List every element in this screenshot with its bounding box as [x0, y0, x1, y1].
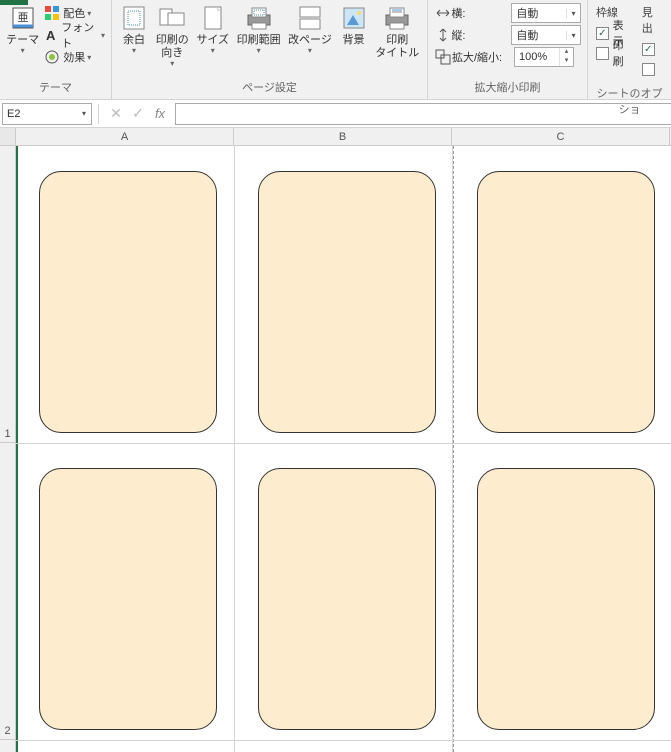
effects-button[interactable]: 効果 ▾	[41, 46, 107, 68]
breaks-icon	[297, 4, 323, 32]
rounded-rect-shape[interactable]	[477, 171, 655, 433]
height-select[interactable]: 自動 ▾	[511, 25, 581, 45]
rounded-rect-shape[interactable]	[258, 171, 436, 433]
themes-button[interactable]: 亜 テーマ ▾	[4, 2, 41, 57]
chevron-down-icon: ▾	[132, 46, 136, 55]
cells-area[interactable]	[16, 146, 671, 752]
active-tab-indicator	[0, 0, 28, 5]
fx-button[interactable]: fx	[149, 103, 171, 125]
margins-icon	[121, 4, 147, 32]
background-icon	[341, 4, 367, 32]
spin-up[interactable]: ▴	[560, 48, 573, 57]
print-titles-button[interactable]: 印刷 タイトル	[372, 2, 423, 62]
row-header[interactable]: 2	[0, 443, 15, 740]
gridlines-print-checkbox[interactable]: 印刷	[596, 43, 634, 63]
size-button[interactable]: サイズ ▾	[193, 2, 233, 57]
breaks-button[interactable]: 改ページ ▾	[284, 2, 335, 57]
rounded-rect-shape[interactable]	[39, 171, 217, 433]
width-icon	[434, 7, 451, 19]
column-header[interactable]: C	[452, 128, 670, 145]
group-page-setup: 余白 ▾ 印刷の 向き ▾ サイズ ▾ 印刷範囲 ▾ 改ページ ▾ 背景	[112, 0, 428, 99]
orientation-button[interactable]: 印刷の 向き ▾	[152, 2, 193, 70]
svg-text:A: A	[46, 28, 56, 43]
checkbox-icon	[596, 47, 609, 60]
print-titles-icon	[383, 4, 411, 32]
cancel-button[interactable]: ✕	[105, 103, 127, 125]
chevron-down-icon: ▾	[21, 46, 25, 55]
group-label: テーマ	[0, 77, 111, 99]
column-header[interactable]: A	[16, 128, 234, 145]
size-icon	[200, 4, 226, 32]
margins-button[interactable]: 余白 ▾	[116, 2, 152, 57]
rounded-rect-shape[interactable]	[39, 468, 217, 730]
chevron-down-icon: ▾	[170, 59, 174, 68]
left-edge	[16, 146, 18, 752]
chevron-down-icon: ▾	[87, 53, 91, 62]
checkbox-icon	[642, 63, 655, 76]
width-select[interactable]: 自動 ▾	[511, 3, 581, 23]
effects-icon	[43, 48, 61, 66]
chevron-down-icon[interactable]: ▾	[566, 31, 580, 40]
chevron-down-icon[interactable]: ▾	[566, 9, 580, 18]
checkbox-checked-icon: ✓	[642, 43, 655, 56]
chevron-down-icon[interactable]: ▾	[77, 109, 91, 118]
formula-bar: E2 ▾ ✕ ✓ fx	[0, 100, 671, 128]
chevron-down-icon: ▾	[101, 31, 105, 40]
column-header[interactable]: B	[234, 128, 452, 145]
fonts-icon: A	[43, 26, 59, 44]
headings-print-checkbox[interactable]	[642, 59, 663, 79]
group-sheet-options: 枠線 ✓ 表示 印刷 見出 ✓ シートのオプショ	[588, 0, 671, 99]
page-break	[453, 146, 454, 752]
worksheet-grid[interactable]: A B C 1 2	[0, 128, 671, 752]
fonts-button[interactable]: A フォント ▾	[41, 24, 107, 46]
scale-icon	[434, 49, 452, 65]
ribbon: 亜 テーマ ▾ 配色 ▾ A フォント ▾ 効果 ▾ テーマ	[0, 0, 671, 100]
select-all-corner[interactable]	[0, 128, 16, 145]
name-box[interactable]: E2 ▾	[2, 103, 92, 125]
group-label: 拡大縮小印刷	[428, 77, 587, 99]
checkbox-checked-icon: ✓	[596, 27, 609, 40]
group-scale: 横: 自動 ▾ 縦: 自動 ▾ 拡大/縮小: 100% ▴▾ 拡大縮小印刷	[428, 0, 588, 99]
scale-spinner[interactable]: 100% ▴▾	[514, 47, 574, 67]
group-label: シートのオプショ	[588, 83, 671, 121]
colors-icon	[43, 4, 61, 22]
row-header[interactable]: 1	[0, 146, 15, 443]
spin-down[interactable]: ▾	[560, 57, 573, 66]
headings-view-checkbox[interactable]: ✓	[642, 39, 663, 59]
print-area-button[interactable]: 印刷範囲 ▾	[233, 2, 284, 57]
enter-button[interactable]: ✓	[127, 103, 149, 125]
chevron-down-icon: ▾	[211, 46, 215, 55]
svg-text:亜: 亜	[17, 12, 28, 24]
rounded-rect-shape[interactable]	[258, 468, 436, 730]
rounded-rect-shape[interactable]	[477, 468, 655, 730]
background-button[interactable]: 背景	[336, 2, 372, 49]
orientation-icon	[158, 4, 186, 32]
chevron-down-icon: ▾	[308, 46, 312, 55]
group-themes: 亜 テーマ ▾ 配色 ▾ A フォント ▾ 効果 ▾ テーマ	[0, 0, 112, 99]
chevron-down-icon: ▾	[257, 46, 261, 55]
print-area-icon	[245, 4, 273, 32]
group-label: ページ設定	[112, 77, 427, 99]
chevron-down-icon: ▾	[87, 9, 91, 18]
height-icon	[434, 27, 451, 43]
themes-icon: 亜	[11, 4, 35, 32]
